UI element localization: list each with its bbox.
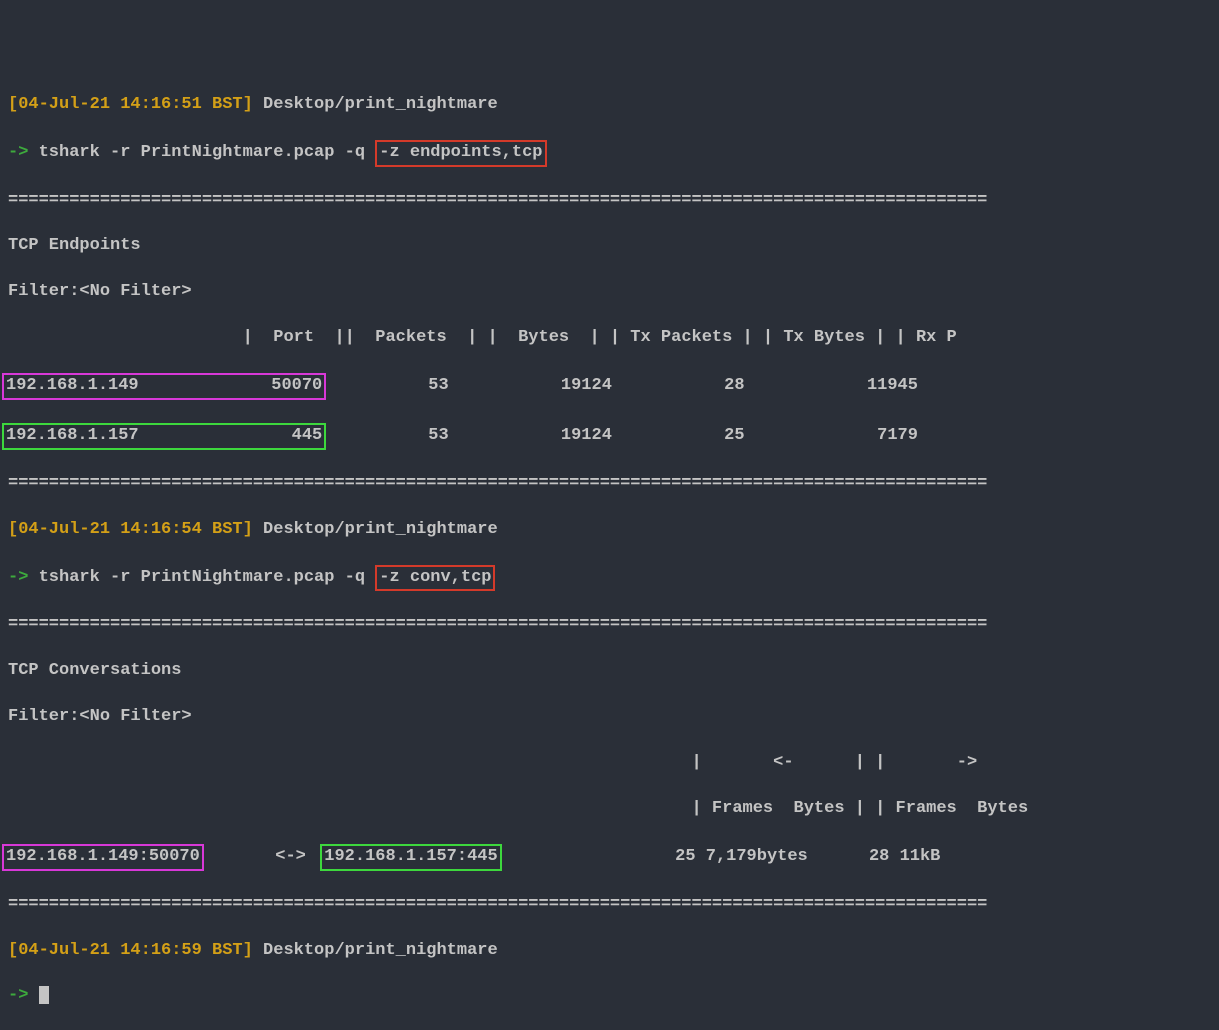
highlight-flag-red: -z endpoints,tcp	[375, 140, 546, 167]
timestamp: [04-Jul-21 14:16:51 BST]	[8, 95, 253, 114]
cwd-path: Desktop/print_nightmare	[263, 520, 498, 539]
conv-filter: Filter:<No Filter>	[8, 706, 1211, 729]
timestamp: [04-Jul-21 14:16:59 BST]	[8, 941, 253, 960]
endpoint-row-green: 192.168.1.157 445	[2, 423, 326, 450]
command-text: tshark -r PrintNightmare.pcap -q	[39, 568, 376, 587]
endpoint-row-magenta: 192.168.1.149 50070	[2, 373, 326, 400]
endpoints-filter: Filter:<No Filter>	[8, 281, 1211, 304]
endpoint-row-rest: 53 19124 25 7179	[326, 426, 918, 445]
separator: ========================================…	[8, 614, 1211, 637]
prompt-arrow: ->	[8, 568, 28, 587]
endpoints-header-port: | Port ||	[8, 328, 355, 347]
prompt-arrow: ->	[8, 986, 28, 1005]
conv-left-magenta: 192.168.1.149:50070	[2, 844, 204, 871]
conv-title: TCP Conversations	[8, 660, 1211, 683]
cwd-path: Desktop/print_nightmare	[263, 95, 498, 114]
command-text: tshark -r PrintNightmare.pcap -q	[39, 143, 376, 162]
cwd-path: Desktop/print_nightmare	[263, 941, 498, 960]
separator: ========================================…	[8, 894, 1211, 917]
endpoints-header-rest: Packets | | Bytes | | Tx Packets | | Tx …	[355, 328, 957, 347]
terminal-cursor[interactable]	[39, 986, 49, 1004]
endpoints-title: TCP Endpoints	[8, 235, 1211, 258]
endpoint-row-rest: 53 19124 28 11945	[326, 376, 918, 395]
conv-row-rest: 25 7,179bytes 28 11kB	[502, 847, 941, 866]
conv-arrow: <->	[204, 847, 326, 866]
conv-right-green: 192.168.1.157:445	[320, 844, 501, 871]
conv-header: | Frames Bytes | | Frames Bytes	[8, 798, 1211, 821]
highlight-flag-red: -z conv,tcp	[375, 565, 495, 592]
prompt-arrow: ->	[8, 143, 28, 162]
separator: ========================================…	[8, 190, 1211, 213]
timestamp: [04-Jul-21 14:16:54 BST]	[8, 520, 253, 539]
conv-direction-line: | <- | | ->	[8, 752, 1211, 775]
separator: ========================================…	[8, 473, 1211, 496]
